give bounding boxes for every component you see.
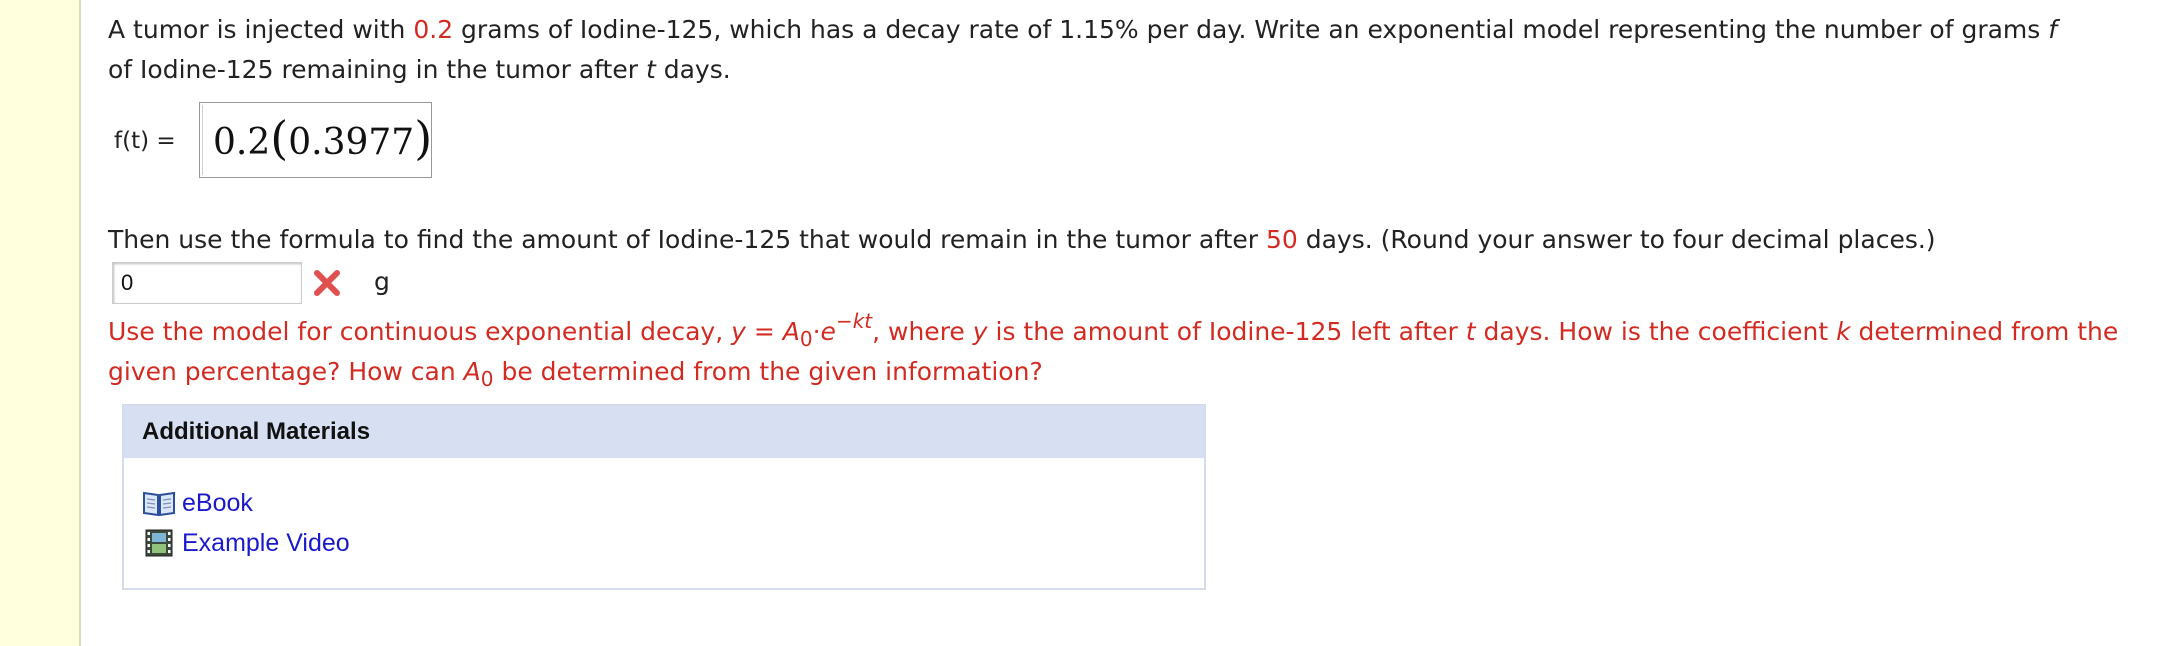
question-text-part: of Iodine-125 remaining in the tumor aft…: [108, 55, 646, 84]
ebook-link-label: eBook: [182, 488, 253, 517]
hint-var: k: [1836, 317, 1851, 346]
question2-text-part: days. (Round your answer to four decimal…: [1297, 225, 1936, 254]
model-answer-box[interactable]: 0.2(0.3977): [199, 102, 432, 178]
question-content: A tumor is injected with 0.2 grams of Io…: [108, 0, 2168, 590]
example-video-link[interactable]: Example Video: [142, 526, 350, 560]
days-value: 50: [1265, 225, 1298, 254]
question-text: A tumor is injected with 0.2 grams of Io…: [108, 10, 2168, 90]
hint-feedback: Use the model for continuous exponential…: [108, 309, 2168, 392]
question2-text-part: Then use the formula to find the amount …: [108, 225, 1266, 254]
question-text-part: days.: [655, 55, 731, 84]
model-coefficient: 0.2: [213, 122, 271, 163]
open-paren: (: [270, 111, 289, 165]
answer-input-row: 0 g: [112, 262, 712, 306]
model-base: 0.3977: [288, 122, 415, 163]
model-answer-expression: 0.2(0.3977): [202, 105, 433, 175]
unit-label: g: [374, 267, 390, 296]
amount-answer-input[interactable]: 0: [112, 262, 302, 304]
left-margin-strip: [0, 0, 81, 646]
additional-materials-panel: Additional Materials eBook Example Video: [122, 404, 1206, 590]
question-text-part: grams of Iodine-125, which has a decay r…: [453, 15, 2049, 44]
hint-text: Use the model for continuous exponential…: [108, 317, 732, 346]
book-icon: [143, 491, 175, 517]
hint-exponent: −kt: [835, 309, 873, 333]
hint-subscript: 0: [799, 327, 813, 351]
hint-var: t: [1465, 317, 1476, 346]
hint-text: days. How is the coefficient: [1475, 317, 1837, 346]
example-video-link-label: Example Video: [182, 528, 350, 557]
hint-text: ·: [812, 317, 821, 346]
hint-var: A: [463, 357, 481, 386]
incorrect-x-icon: [314, 270, 340, 296]
hint-var: y: [972, 317, 988, 346]
hint-subscript: 0: [480, 367, 494, 391]
ebook-link[interactable]: eBook: [142, 486, 253, 520]
hint-text: be determined from the given information…: [493, 357, 1043, 386]
question-text-part: A tumor is injected with: [108, 15, 414, 44]
close-paren: ): [414, 111, 433, 165]
hint-text: =: [745, 317, 783, 346]
question-part-2: Then use the formula to find the amount …: [108, 220, 2168, 260]
hint-text: is the amount of Iodine-125 left after: [987, 317, 1466, 346]
variable-f: f: [2048, 15, 2058, 44]
model-answer-row: f(t) = 0.2(0.3977): [108, 102, 2168, 182]
hint-var: e: [820, 317, 836, 346]
hint-var: A: [782, 317, 800, 346]
additional-materials-title: Additional Materials: [124, 406, 1204, 458]
film-icon: [145, 529, 173, 557]
dose-value: 0.2: [413, 15, 454, 44]
hint-var: y: [731, 317, 746, 346]
function-label: f(t) =: [114, 128, 176, 154]
variable-t: t: [645, 55, 656, 84]
hint-text: , where: [872, 317, 973, 346]
